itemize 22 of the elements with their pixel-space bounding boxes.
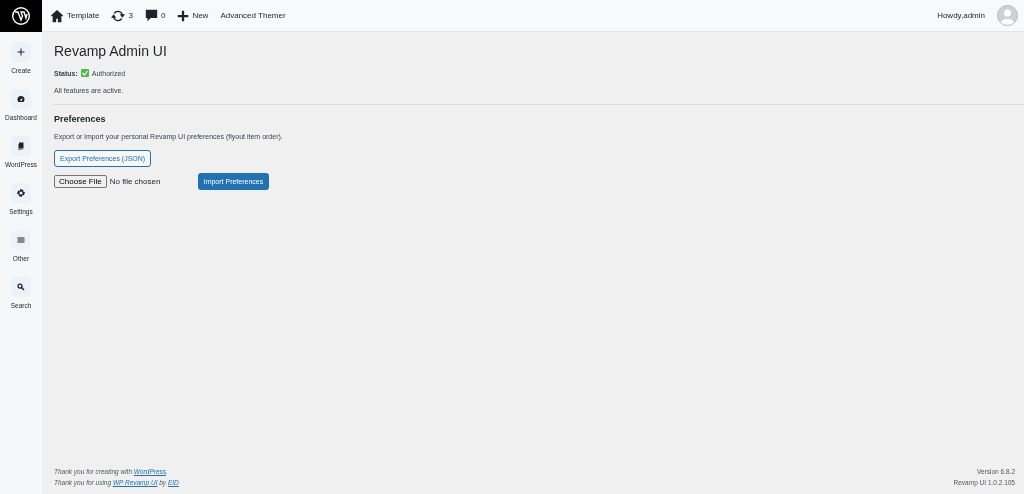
refresh-icon (111, 8, 126, 23)
section-heading: Preferences (54, 114, 107, 124)
toolbar-item[interactable]: Template (50, 8, 100, 23)
choose-file-button[interactable]: Choose File (54, 175, 107, 188)
search-icon (17, 283, 25, 291)
toolbar-item[interactable]: New (177, 9, 209, 22)
comment-icon (144, 9, 158, 22)
plus-icon (17, 48, 25, 56)
gauge-icon (17, 95, 25, 103)
logo-tile[interactable] (0, 0, 42, 32)
plus-icon (177, 9, 190, 22)
settings-icon (17, 189, 25, 197)
toolbar-item[interactable]: 3 (111, 8, 133, 23)
toolbar-item[interactable]: Advanced Themer (220, 11, 286, 20)
toolbar-item[interactable]: 0 (144, 9, 166, 22)
account-menu[interactable]: Howdy,admin (937, 11, 985, 20)
menu-icon (17, 236, 25, 244)
page-title: Revamp Admin UI (54, 43, 168, 59)
pages-icon (17, 142, 25, 150)
file-status: No file chosen (109, 177, 162, 186)
wordpress-logo-icon (11, 6, 31, 26)
home-icon (50, 8, 64, 23)
